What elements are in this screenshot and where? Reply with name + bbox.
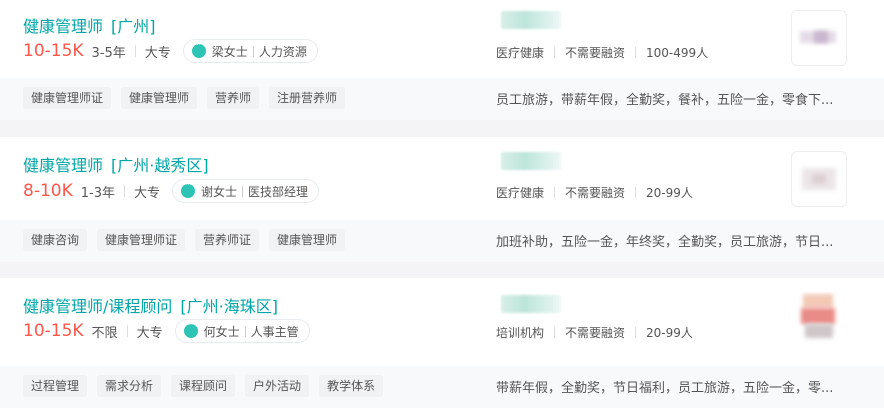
chat-bubble-icon (183, 320, 198, 338)
contact-name: 梁女士 (211, 44, 248, 59)
job-title: 健康管理师 (23, 17, 104, 36)
welfare-text: 带薪年假，全勤奖，节日福利，员工旅游，五险一金，零... (496, 381, 834, 396)
salary: 10-15K (23, 41, 84, 61)
skill-tag: 教学体系 (319, 375, 384, 397)
company-name-blurred[interactable] (501, 152, 561, 170)
divider (244, 325, 246, 337)
experience: 不限 (91, 325, 118, 341)
company-name-blurred[interactable] (501, 11, 561, 29)
welfare-text: 员工旅游，带薪年假，全勤奖，餐补，五险一金，零食下... (496, 93, 834, 108)
experience: 3-5年 (91, 45, 126, 61)
salary: 8-10K (23, 181, 73, 201)
contact-recruiter-button[interactable]: 梁女士 人力资源 (182, 39, 318, 63)
salary: 10-15K (23, 321, 84, 341)
divider (252, 45, 254, 57)
divider (242, 185, 243, 197)
divider (126, 325, 128, 337)
job-title-link[interactable]: 健康管理师/课程顾问 [广州·海珠区] (23, 293, 278, 317)
divider (635, 47, 637, 58)
chat-bubble-icon (180, 180, 195, 198)
education: 大专 (136, 325, 163, 341)
contact-role: 人事主管 (250, 324, 299, 339)
skill-tag: 健康咨询 (23, 229, 88, 251)
skill-tag: 过程管理 (23, 375, 88, 397)
skill-tag: 健康管理师证 (97, 229, 186, 251)
skill-tag: 注册营养师 (269, 87, 346, 109)
job-title-link[interactable]: 健康管理师 [广州·越秀区] (23, 152, 209, 176)
divider (635, 327, 637, 338)
divider (554, 187, 556, 198)
divider (554, 327, 556, 338)
skill-tag: 营养师 (207, 87, 260, 109)
skill-tag: 需求分析 (97, 375, 162, 397)
contact-name: 谢女士 (200, 184, 237, 199)
company-logo-blurred[interactable] (791, 151, 847, 207)
company-funding: 不需要融资 (565, 46, 626, 60)
job-title: 健康管理师 (23, 156, 104, 175)
contact-role: 医技部经理 (248, 184, 309, 199)
company-industry: 医疗健康 (496, 186, 545, 200)
company-size: 100-499人 (646, 46, 709, 60)
contact-recruiter-button[interactable]: 谢女士 医技部经理 (171, 179, 320, 203)
job-title-link[interactable]: 健康管理师 [广州] (23, 13, 156, 37)
contact-name: 何女士 (203, 324, 240, 339)
company-logo-blurred[interactable] (791, 10, 847, 66)
education: 大专 (144, 45, 171, 61)
job-card[interactable]: 健康管理师 [广州·越秀区] 8-10K 1-3年 大专 谢女士 医技部经理 医疗… (0, 137, 884, 262)
skill-tag: 健康管理师 (269, 229, 346, 251)
company-funding: 不需要融资 (565, 186, 626, 200)
job-location: [广州·海珠区] (180, 297, 278, 316)
contact-role: 人力资源 (258, 44, 307, 59)
company-industry: 医疗健康 (496, 46, 545, 60)
job-location: [广州·越秀区] (111, 156, 209, 175)
company-funding: 不需要融资 (565, 326, 626, 340)
job-location: [广州] (111, 17, 156, 36)
skill-tag: 户外活动 (245, 375, 310, 397)
job-title: 健康管理师/课程顾问 (23, 297, 173, 316)
skill-tag: 课程顾问 (171, 375, 236, 397)
divider (123, 185, 125, 197)
divider (134, 45, 136, 57)
welfare-text: 加班补助，五险一金，年终奖，全勤奖，员工旅游，节日... (496, 235, 834, 250)
experience: 1-3年 (80, 185, 115, 201)
job-card[interactable]: 健康管理师 [广州] 10-15K 3-5年 大专 梁女士 人力资源 医疗健康 不… (0, 0, 884, 120)
divider (635, 187, 637, 198)
skill-tag: 健康管理师 (121, 87, 198, 109)
contact-recruiter-button[interactable]: 何女士 人事主管 (174, 319, 310, 343)
company-logo-blurred[interactable] (791, 292, 847, 348)
skill-tag: 健康管理师证 (23, 87, 112, 109)
company-size: 20-99人 (646, 326, 693, 340)
company-industry: 培训机构 (496, 326, 545, 340)
chat-bubble-icon (191, 40, 206, 58)
education: 大专 (133, 185, 160, 201)
skill-tag: 营养师证 (195, 229, 260, 251)
divider (554, 47, 556, 58)
job-card[interactable]: 健康管理师/课程顾问 [广州·海珠区] 10-15K 不限 大专 何女士 人事主管… (0, 278, 884, 410)
company-name-blurred[interactable] (501, 295, 561, 313)
company-size: 20-99人 (646, 186, 693, 200)
